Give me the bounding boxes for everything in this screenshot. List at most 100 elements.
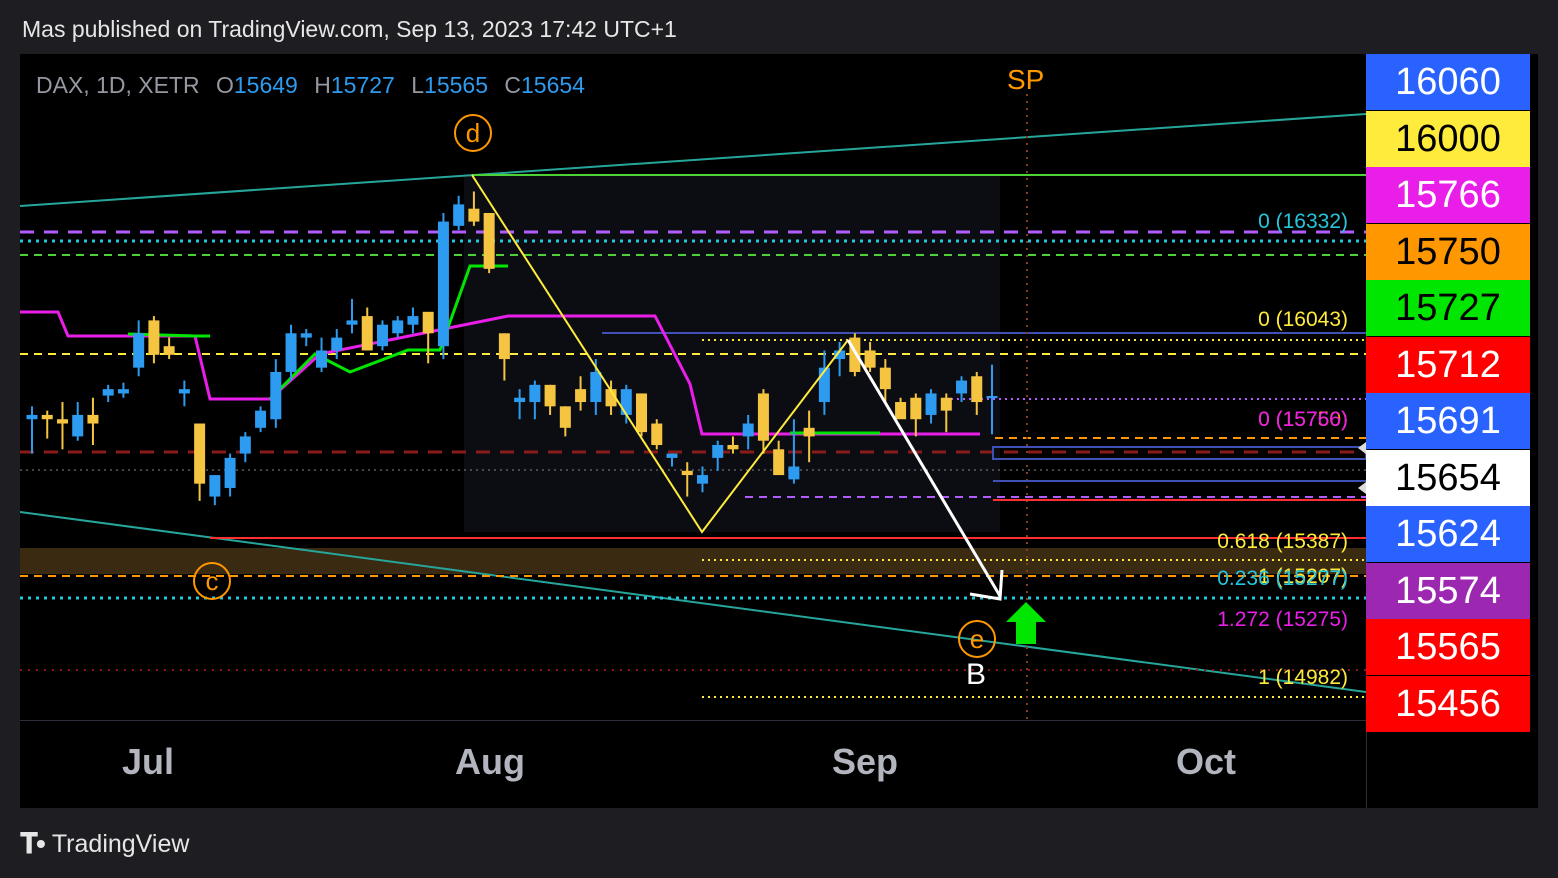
candle-body (651, 423, 663, 446)
candle-body (209, 475, 221, 497)
candle-body (971, 376, 983, 403)
footer-brand-name: TradingView (51, 830, 190, 858)
candle (87, 397, 99, 446)
candle (422, 311, 434, 364)
candle-body (239, 436, 251, 454)
candle (163, 337, 175, 360)
price-badge: 16000 (1366, 110, 1530, 167)
candle (194, 423, 206, 501)
symbol-legend[interactable]: DAX, 1D, XETR O15649 H15727 L15565 C1565… (36, 72, 585, 99)
candle-body (437, 221, 449, 347)
candle (316, 337, 328, 372)
candle-body (514, 397, 526, 403)
price-marker-icon (1358, 482, 1366, 494)
candle-body (41, 414, 53, 420)
candle-body (590, 371, 602, 403)
time-axis[interactable]: Jul Aug Sep Oct (20, 720, 1366, 809)
candle-body (300, 333, 312, 338)
candle-body (879, 367, 891, 390)
candle-body (163, 346, 175, 355)
candle-body (864, 350, 876, 368)
price-badge: 15691 (1366, 393, 1530, 449)
wave-e-marker: e (958, 620, 996, 658)
candle (849, 333, 861, 377)
fib-label-15275: 1.272 (15275) (1217, 608, 1348, 631)
fib-label-15766: 0 (15766) (1258, 408, 1348, 431)
candle-body (392, 320, 404, 334)
price-badge: 15727 (1366, 280, 1530, 336)
candle (133, 320, 145, 377)
candle (651, 419, 663, 450)
candle-body (316, 350, 328, 368)
candle-body (575, 389, 587, 403)
candle-body (559, 406, 571, 428)
candle-body (285, 333, 297, 372)
candle-body (956, 380, 968, 394)
price-badge: 15654 (1366, 449, 1530, 506)
candle (361, 307, 373, 351)
candle-body (376, 324, 388, 347)
legend-close-label: C (504, 72, 522, 98)
legend-open: 15649 (233, 72, 298, 98)
candle-body (727, 445, 739, 450)
fib-label-15387: 0.618 (15387) (1217, 530, 1348, 553)
candle-body (346, 320, 358, 325)
candle-body (636, 393, 648, 433)
candle-body (910, 397, 922, 420)
legend-high: 15727 (330, 72, 395, 98)
chart-frame: DAX, 1D, XETR O15649 H15727 L15565 C1565… (20, 54, 1538, 808)
candle (56, 402, 68, 450)
candle-body (148, 320, 160, 355)
price-badge: 15750 (1366, 223, 1530, 280)
candle-body (925, 393, 937, 415)
price-chart (20, 94, 1366, 720)
candle (102, 384, 114, 403)
candle-body (696, 475, 708, 484)
candle (26, 406, 38, 454)
candle-body (194, 423, 206, 484)
candle-body (529, 384, 541, 403)
candle-body (72, 414, 84, 437)
fib-label-15277: 0.236 (15277) (1217, 567, 1348, 590)
candle (483, 212, 495, 274)
fib-label-14982: 1 (14982) (1258, 666, 1348, 689)
candle-body (544, 384, 556, 407)
candle-body (270, 371, 282, 420)
x-tick-sep: Sep (831, 741, 899, 782)
price-badge: 15574 (1366, 562, 1530, 619)
x-tick-jul: Jul (121, 741, 175, 782)
legend-high-label: H (314, 72, 331, 98)
wave-b-label: B (966, 658, 987, 691)
price-scale[interactable]: 16060 16000 15766 15750 15727 15712 15691 15654… (1366, 54, 1538, 808)
candle (636, 393, 648, 437)
price-badge: 16060 (1366, 54, 1530, 110)
wave-c-marker: c (193, 562, 231, 600)
candle-body (422, 311, 434, 334)
candle-body (483, 212, 495, 269)
candle-body (453, 204, 465, 226)
candle (437, 212, 449, 360)
candle-body (117, 389, 129, 394)
plot-area[interactable]: DAX, 1D, XETR O15649 H15727 L15565 C1565… (20, 54, 1366, 720)
candle-body (666, 453, 678, 458)
candle-body (133, 333, 145, 368)
candle-body (102, 389, 114, 396)
legend-open-label: O (216, 72, 234, 98)
candle (209, 475, 221, 506)
candle (346, 298, 358, 334)
candle (270, 359, 282, 428)
legend-symbol: DAX, 1D, XETR (36, 72, 200, 98)
candle (117, 382, 129, 398)
candle-body (56, 419, 68, 424)
publisher-line: Mas published on TradingView.com, Sep 13… (22, 16, 677, 42)
candle (255, 406, 267, 433)
candle-body (803, 427, 815, 437)
candle-body (895, 402, 907, 420)
candle (376, 320, 388, 351)
candle (239, 432, 251, 463)
candle (148, 316, 160, 364)
price-badge: 15456 (1366, 675, 1530, 732)
candle-body (468, 208, 480, 222)
sp-label: SP (1007, 64, 1045, 95)
candle-body (712, 445, 724, 458)
